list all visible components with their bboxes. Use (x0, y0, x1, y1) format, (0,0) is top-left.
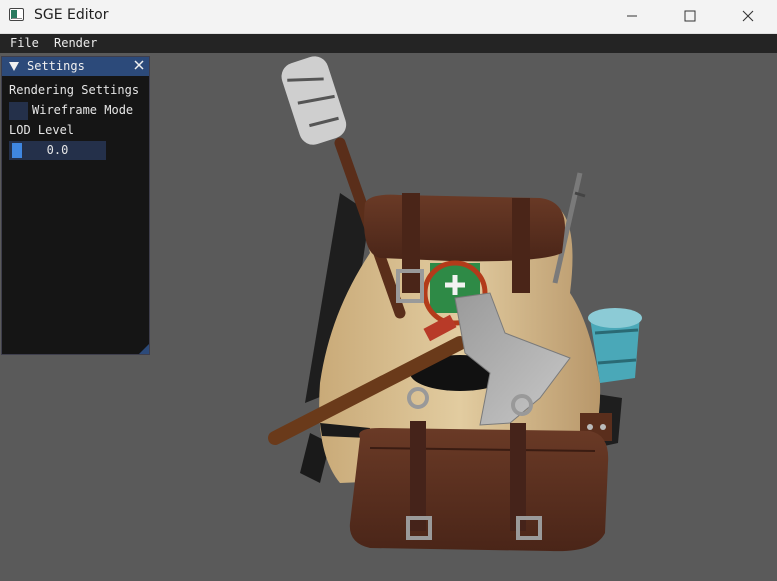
resize-grip-icon[interactable] (139, 344, 149, 354)
menu-file[interactable]: File (10, 36, 39, 50)
main-menubar: File Render (0, 34, 777, 53)
lod-level-slider[interactable]: 0.0 (9, 141, 106, 160)
close-button[interactable] (719, 0, 777, 32)
backpack-3d-model (268, 56, 642, 552)
close-icon[interactable] (134, 60, 144, 70)
collapse-arrow-icon[interactable] (9, 62, 19, 71)
settings-window[interactable]: Settings Rendering Settings Wireframe Mo… (1, 56, 150, 355)
window-title: SGE Editor (34, 7, 109, 23)
close-icon (742, 10, 754, 22)
lod-level-value: 0.0 (46, 143, 69, 157)
settings-window-title: Settings (27, 59, 85, 73)
minimize-icon (627, 15, 637, 17)
app-icon (9, 8, 24, 21)
lod-level-label: LOD Level (9, 123, 75, 137)
rendering-settings-label: Rendering Settings (9, 83, 140, 97)
wireframe-checkbox[interactable] (9, 102, 28, 120)
minimize-button[interactable] (603, 0, 661, 32)
wireframe-label[interactable]: Wireframe Mode (32, 103, 133, 117)
maximize-button[interactable] (661, 0, 719, 32)
settings-window-header[interactable]: Settings (2, 57, 149, 76)
menu-render[interactable]: Render (54, 36, 97, 50)
maximize-icon (684, 10, 696, 22)
window-titlebar: SGE Editor (0, 0, 777, 34)
